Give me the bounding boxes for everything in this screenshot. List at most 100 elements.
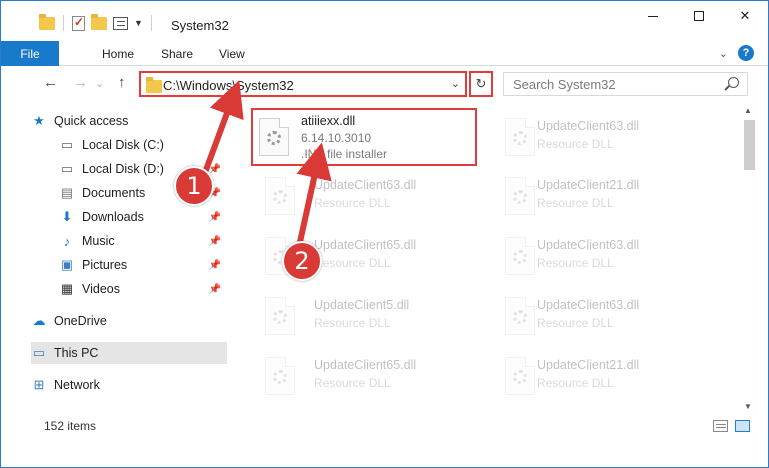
- address-bar[interactable]: C:\Windows\System32 ⌄: [139, 71, 467, 97]
- file-item[interactable]: UpdateClient5.dll Resource DLL: [251, 289, 471, 343]
- pictures-icon: ▣: [60, 257, 74, 272]
- gear-icon: [273, 190, 287, 204]
- minimize-icon: [648, 15, 658, 17]
- tab-home[interactable]: Home: [102, 47, 134, 61]
- pin-icon[interactable]: 📌: [209, 164, 221, 175]
- file-name: UpdateClient63.dll: [537, 119, 640, 133]
- sidebar-item-label: Music: [82, 234, 115, 248]
- close-button[interactable]: ✕: [722, 1, 768, 31]
- videos-icon: ▦: [60, 281, 74, 296]
- refresh-icon: ↻: [475, 76, 487, 91]
- sidebar-item-label: Documents: [82, 186, 146, 200]
- documents-icon: ▤: [60, 185, 74, 200]
- file-item[interactable]: UpdateClient63.dll Resource DLL: [491, 110, 711, 164]
- gear-icon: [513, 190, 527, 204]
- file-type: Resource DLL: [314, 256, 391, 270]
- file-name: atiiiexx.dll: [301, 114, 356, 128]
- views-icon[interactable]: [113, 16, 128, 30]
- tab-share[interactable]: Share: [161, 47, 193, 61]
- file-item-highlighted[interactable]: atiiiexx.dll 6.14.10.3010 .INF file inst…: [251, 108, 477, 166]
- title-bar: ▼ System32 ✕: [1, 1, 768, 39]
- file-item[interactable]: UpdateClient21.dll Resource DLL: [491, 169, 711, 223]
- file-item[interactable]: UpdateClient63.dll Resource DLL: [491, 229, 711, 283]
- file-name: UpdateClient5.dll: [314, 298, 410, 312]
- sidebar-item-network[interactable]: ⊞ Network: [31, 374, 227, 396]
- sidebar-item-onedrive[interactable]: ☁ OneDrive: [31, 310, 227, 332]
- file-version: 6.14.10.3010: [301, 131, 372, 145]
- pin-icon[interactable]: 📌: [209, 260, 221, 271]
- tab-view[interactable]: View: [219, 47, 245, 61]
- sidebar-item-music[interactable]: ♪ Music 📌: [31, 230, 227, 252]
- sidebar-item-label: Local Disk (D:): [82, 162, 164, 176]
- file-name: UpdateClient65.dll: [314, 238, 417, 252]
- file-name: UpdateClient63.dll: [537, 238, 640, 252]
- folder-icon: [146, 77, 162, 93]
- drive-icon: ▭: [60, 161, 74, 176]
- maximize-icon: [694, 11, 704, 21]
- dll-file-icon: [265, 357, 295, 395]
- chevron-down-icon[interactable]: ⌄: [719, 47, 728, 60]
- gear-icon: [513, 131, 527, 145]
- details-view-icon[interactable]: [713, 420, 728, 432]
- pin-icon[interactable]: 📌: [209, 236, 221, 247]
- sidebar-item-label: This PC: [54, 346, 99, 360]
- help-icon[interactable]: ?: [738, 45, 754, 61]
- file-name: UpdateClient63.dll: [314, 178, 417, 192]
- address-path[interactable]: C:\Windows\System32: [163, 78, 294, 93]
- explorer-window: ▼ System32 ✕ File Home Share View ⌄ ? ← …: [0, 0, 769, 468]
- pin-icon[interactable]: 📌: [209, 284, 221, 295]
- pin-icon[interactable]: 📌: [209, 212, 221, 223]
- window-controls: ✕: [630, 1, 768, 31]
- search-placeholder: Search System32: [513, 77, 616, 92]
- file-name: UpdateClient65.dll: [314, 358, 417, 372]
- dll-file-icon: [505, 118, 535, 156]
- recent-locations-icon[interactable]: ⌄: [95, 77, 104, 90]
- file-type: .INF file installer: [301, 147, 388, 161]
- search-icon: [728, 77, 739, 88]
- music-icon: ♪: [63, 233, 71, 249]
- status-bar: 152 items: [1, 413, 768, 439]
- scroll-up-icon[interactable]: ▲: [744, 106, 752, 115]
- new-folder-icon[interactable]: [91, 13, 107, 30]
- scroll-down-icon[interactable]: ▼: [744, 402, 752, 411]
- dll-file-icon: [505, 237, 535, 275]
- dll-file-icon: [505, 177, 535, 215]
- computer-icon: ▭: [32, 345, 46, 360]
- tab-file[interactable]: File: [1, 41, 59, 66]
- dll-file-icon: [265, 297, 295, 335]
- refresh-button[interactable]: ↻: [469, 71, 493, 97]
- sidebar-item-label: Videos: [82, 282, 120, 296]
- vertical-scrollbar[interactable]: ▲ ▼: [741, 104, 758, 413]
- maximize-button[interactable]: [676, 1, 722, 31]
- file-type: Resource DLL: [537, 316, 614, 330]
- scroll-thumb[interactable]: [744, 120, 755, 170]
- minimize-button[interactable]: [630, 1, 676, 31]
- properties-icon[interactable]: [72, 15, 85, 31]
- sidebar-item-this-pc[interactable]: ▭ This PC: [31, 342, 227, 364]
- drive-icon: ▭: [60, 137, 74, 152]
- up-icon[interactable]: ↑: [118, 74, 126, 91]
- sidebar-item-downloads[interactable]: ⬇ Downloads 📌: [31, 206, 227, 228]
- sidebar-item-quick-access[interactable]: ★ Quick access: [31, 110, 227, 132]
- file-item[interactable]: UpdateClient65.dll Resource DLL: [251, 349, 471, 403]
- file-item[interactable]: UpdateClient21.dll Resource DLL: [491, 349, 711, 403]
- file-type: Resource DLL: [537, 376, 614, 390]
- sidebar-item-pictures[interactable]: ▣ Pictures 📌: [31, 254, 227, 276]
- file-item[interactable]: UpdateClient63.dll Resource DLL: [251, 169, 471, 223]
- gear-icon: [273, 370, 287, 384]
- step-badge-2: 2: [282, 241, 322, 281]
- file-type: Resource DLL: [537, 137, 614, 151]
- file-item[interactable]: UpdateClient63.dll Resource DLL: [491, 289, 711, 343]
- large-icons-view-icon[interactable]: [735, 420, 750, 432]
- chevron-down-icon[interactable]: ⌄: [451, 77, 460, 90]
- file-type: Resource DLL: [314, 196, 391, 210]
- forward-icon[interactable]: →: [73, 74, 88, 91]
- customize-toolbar-icon[interactable]: ▼: [134, 18, 143, 28]
- back-icon[interactable]: ←: [43, 74, 58, 91]
- gear-icon: [513, 310, 527, 324]
- sidebar-item-local-disk-c[interactable]: ▭ Local Disk (C:): [31, 134, 227, 156]
- sidebar-item-videos[interactable]: ▦ Videos 📌: [31, 278, 227, 300]
- file-type: Resource DLL: [537, 256, 614, 270]
- search-input[interactable]: Search System32: [503, 72, 748, 96]
- sidebar-item-label: Pictures: [82, 258, 128, 272]
